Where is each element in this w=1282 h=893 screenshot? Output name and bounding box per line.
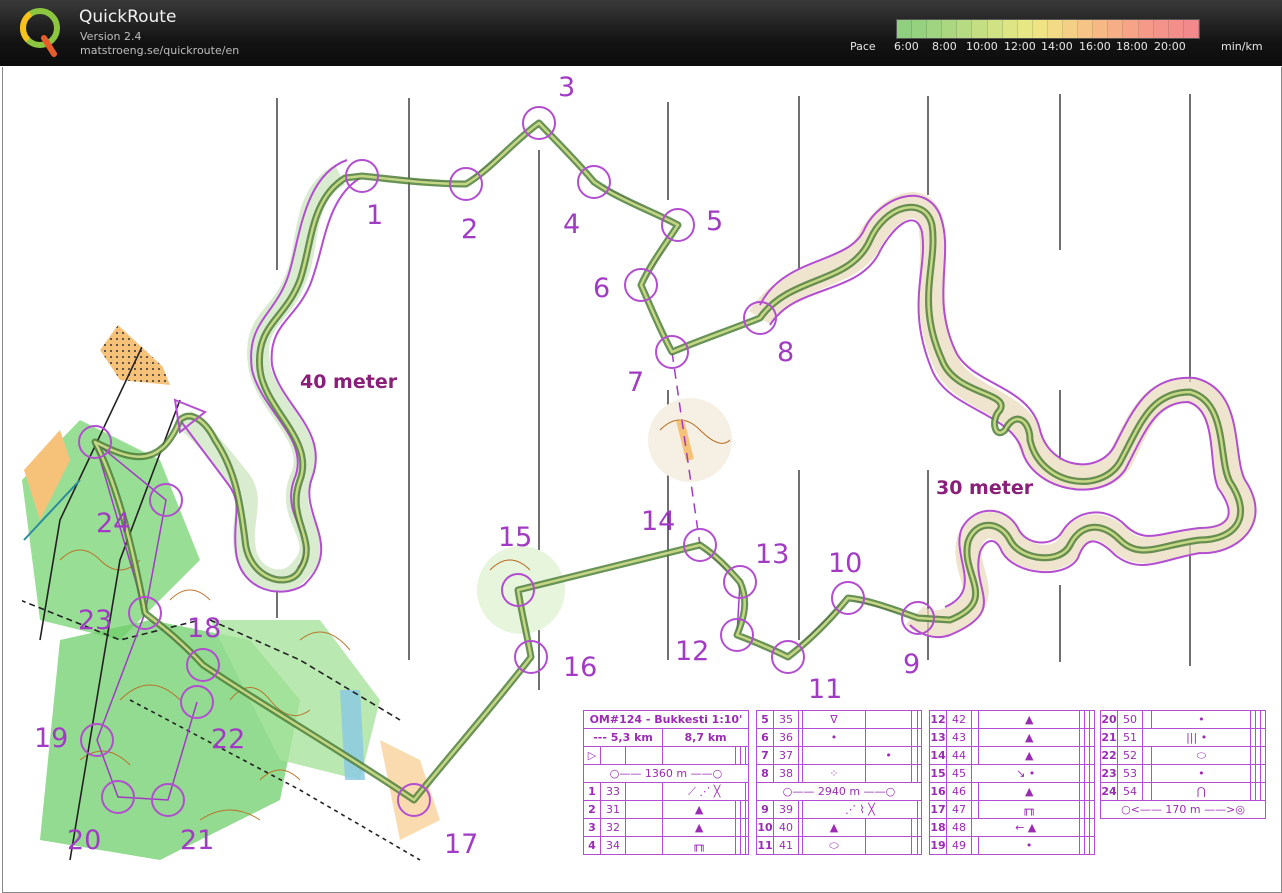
control-description-table-3: 12 42 ▲ 13 43 ▲ 14 44 ▲ 15 45 ↘ • 16 46 ▲ 17 47 ╓╖ 1…: [929, 710, 1095, 855]
pace-color-segment: [1123, 20, 1139, 38]
pace-tick: 8:00: [932, 40, 957, 53]
description-row: 1 33 ⟋ ⋰ ╳: [583, 782, 749, 801]
description-row: 21 51 ||| •: [1100, 728, 1266, 747]
description-row: 9 39 ⋰ ⌇ ╳: [756, 800, 922, 819]
leg-distance-1: ○—— 1360 m ——○: [583, 764, 749, 783]
pace-color-segment: [912, 20, 928, 38]
description-row: 11 41 ⬭: [756, 836, 922, 855]
description-row: 20 50 •: [1100, 710, 1266, 729]
control-label-20: 20: [67, 825, 101, 856]
quickroute-logo-icon: [20, 8, 60, 57]
control-label-17: 17: [444, 829, 478, 860]
description-row: 3 32 ▲: [583, 818, 749, 837]
control-label-13: 13: [755, 539, 789, 570]
description-row: 6 36 •: [756, 728, 922, 747]
description-row: 18 48 ← ▲: [929, 818, 1095, 837]
control-label-18: 18: [187, 613, 221, 644]
pace-color-segment: [957, 20, 973, 38]
pace-tick: 12:00: [1004, 40, 1036, 53]
pace-tick: 10:00: [966, 40, 998, 53]
app-url: matstroeng.se/quickroute/en: [80, 44, 240, 57]
description-row: 19 49 •: [929, 836, 1095, 855]
control-label-4: 4: [563, 209, 580, 240]
description-row: 14 44 ▲: [929, 746, 1095, 765]
description-row: 13 43 ▲: [929, 728, 1095, 747]
pace-color-segment: [942, 20, 958, 38]
control-label-8: 8: [777, 337, 794, 368]
pace-color-segment: [1002, 20, 1018, 38]
app-header: QuickRoute Version 2.4 matstroeng.se/qui…: [0, 0, 1282, 66]
description-row: 5 35 ∇: [756, 710, 922, 729]
control-label-24: 24: [96, 508, 130, 539]
pace-color-segment: [927, 20, 943, 38]
control-description-table-2: 5 35 ∇ 6 36 • 7 37 • 8 38 ⁘ ○—— 2940 m ——○ 9 39 ⋰ …: [756, 710, 922, 855]
pace-color-segment: [1168, 20, 1184, 38]
description-row: 2 31 ▲: [583, 800, 749, 819]
control-label-21: 21: [180, 825, 214, 856]
control-label-3: 3: [558, 72, 575, 103]
pace-color-segment: [972, 20, 988, 38]
pace-tick: 6:00: [894, 40, 919, 53]
height-label-40: 40 meter: [300, 371, 398, 393]
control-label-2: 2: [461, 214, 478, 245]
pace-color-segment: [1032, 20, 1048, 38]
pace-color-scale: [896, 19, 1200, 39]
pace-color-segment: [1017, 20, 1033, 38]
app-title: QuickRoute: [79, 7, 177, 27]
description-row: 22 52 ⬭: [1100, 746, 1266, 765]
pace-color-segment: [1138, 20, 1154, 38]
control-label-1: 1: [366, 200, 383, 231]
control-label-15: 15: [498, 522, 532, 553]
description-row: 15 45 ↘ •: [929, 764, 1095, 783]
pace-tick: 18:00: [1116, 40, 1148, 53]
pace-color-segment: [1063, 20, 1079, 38]
pace-tick: 16:00: [1079, 40, 1111, 53]
control-label-5: 5: [706, 206, 723, 237]
control-label-7: 7: [627, 367, 644, 398]
pace-tick: 20:00: [1154, 40, 1186, 53]
control-label-10: 10: [828, 548, 862, 579]
pace-color-segment: [1047, 20, 1064, 38]
pace-color-segment: [987, 20, 1003, 38]
description-row: 16 46 ▲: [929, 782, 1095, 801]
description-row: 8 38 ⁘: [756, 764, 922, 783]
pace-unit: min/km: [1221, 40, 1263, 53]
corridor-map-strips: [178, 165, 1256, 637]
pace-color-segment: [1183, 20, 1199, 38]
pace-color-segment: [1078, 20, 1094, 38]
course-title: OM#124 - Bukkesti 1:10': [583, 710, 749, 729]
start-symbol: ▷: [583, 746, 601, 765]
course-length-1: --- 5,3 km: [582, 728, 664, 747]
control-label-9: 9: [903, 649, 920, 680]
description-row: 4 34 ╓╖: [583, 836, 749, 855]
pace-color-segment: [1153, 20, 1169, 38]
description-row: 24 54 ⋂: [1100, 782, 1266, 801]
pace-color-segment: [1108, 20, 1124, 38]
control-label-19: 19: [34, 723, 68, 754]
app-version: Version 2.4: [80, 30, 142, 43]
pace-tick: 14:00: [1041, 40, 1073, 53]
description-row: 10 40 ▲: [756, 818, 922, 837]
control-label-23: 23: [78, 605, 112, 636]
course-length-2: 8,7 km: [662, 728, 749, 747]
pace-color-segment: [1093, 20, 1109, 38]
control-label-22: 22: [211, 724, 245, 755]
leg-distance-2: ○—— 2940 m ——○: [756, 782, 922, 801]
pace-label: Pace: [850, 40, 876, 53]
leg-distance-finish: ○<—— 170 m ——>◎: [1100, 800, 1266, 819]
description-row: 17 47 ╓╖: [929, 800, 1095, 819]
description-row: 12 42 ▲: [929, 710, 1095, 729]
height-label-30: 30 meter: [936, 477, 1034, 499]
control-description-table-4: 20 50 • 21 51 ||| • 22 52 ⬭ 23 53 • 24 54 ⋂ ○<—— 1…: [1100, 710, 1266, 819]
control-label-6: 6: [593, 273, 610, 304]
pace-color-segment: [897, 20, 913, 38]
description-row: 23 53 •: [1100, 764, 1266, 783]
control-description-table-1: OM#124 - Bukkesti 1:10' --- 5,3 km 8,7 km…: [582, 710, 749, 855]
control-label-12: 12: [675, 636, 709, 667]
control-label-14: 14: [641, 506, 675, 537]
control-label-16: 16: [563, 652, 597, 683]
control-label-11: 11: [808, 674, 842, 705]
description-row: 7 37 •: [756, 746, 922, 765]
